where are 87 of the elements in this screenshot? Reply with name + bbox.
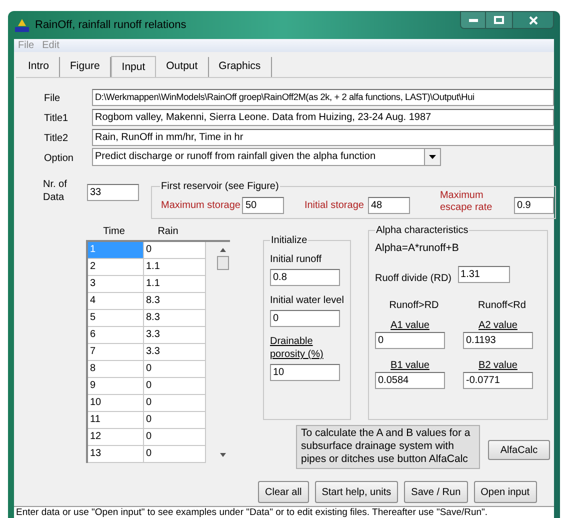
table-cell[interactable]: 11 bbox=[88, 412, 144, 429]
tab[interactable]: Input bbox=[110, 56, 156, 78]
table-cell[interactable]: 0 bbox=[144, 242, 206, 259]
input-field[interactable]: 50 bbox=[242, 196, 284, 214]
table-cell[interactable]: 3.3 bbox=[144, 344, 206, 361]
table-cell[interactable]: 3 bbox=[88, 276, 144, 293]
table-cell[interactable]: 6 bbox=[88, 327, 144, 344]
minimize-icon bbox=[468, 18, 478, 22]
column-heading: Runoff<Rd bbox=[477, 298, 527, 313]
field-label: A2 value bbox=[478, 318, 518, 332]
field-label: Option bbox=[44, 152, 74, 166]
alfacalc-button[interactable]: AlfaCalc bbox=[488, 440, 550, 460]
table-cell[interactable]: 0 bbox=[144, 429, 206, 446]
minimize-button[interactable] bbox=[460, 11, 486, 29]
field-label: Title1 bbox=[44, 112, 70, 126]
table-cell[interactable]: 1.1 bbox=[144, 259, 206, 276]
scroll-thumb[interactable] bbox=[217, 256, 229, 270]
input-field[interactable]: 0.8 bbox=[270, 269, 340, 286]
table-cell[interactable]: 5 bbox=[88, 310, 144, 327]
table-cell[interactable]: 9 bbox=[88, 378, 144, 395]
input-field[interactable]: 48 bbox=[368, 196, 410, 214]
input-field[interactable]: 0 bbox=[270, 310, 340, 327]
field-label: A1 value bbox=[390, 318, 430, 332]
input-field[interactable]: 0.9 bbox=[514, 196, 554, 214]
field-label: B2 value bbox=[478, 358, 518, 372]
info-text: To calculate the A and B values for a subsurface drainage system with pipes or ditches use button AlfaCalc bbox=[296, 425, 480, 469]
tab[interactable]: Intro bbox=[18, 57, 60, 77]
table-cell[interactable]: 8.3 bbox=[144, 293, 206, 310]
field-label: Initial water level bbox=[270, 294, 344, 307]
group-title: Alpha characteristics bbox=[375, 223, 470, 238]
table-cell[interactable]: 0 bbox=[144, 412, 206, 429]
formula-text: Alpha=A*runoff+B bbox=[375, 241, 460, 256]
action-button[interactable]: Open input bbox=[474, 481, 537, 503]
input-field[interactable]: 0 bbox=[375, 332, 445, 349]
input-field[interactable]: -0.0771 bbox=[463, 372, 533, 389]
input-field[interactable]: Rain, RunOff in mm/hr, Time in hr bbox=[92, 128, 554, 146]
field-label: Maximum escape rate bbox=[440, 190, 494, 214]
scroll-up-icon bbox=[220, 248, 226, 252]
field-label: Maximum storage bbox=[161, 198, 240, 212]
table-cell[interactable]: 0 bbox=[144, 378, 206, 395]
field-label: Nr. of Data bbox=[43, 178, 68, 204]
close-icon bbox=[528, 16, 538, 24]
tab[interactable]: Graphics bbox=[208, 57, 272, 77]
field-label: Initial runoff bbox=[270, 253, 323, 266]
tab[interactable]: Output bbox=[156, 57, 209, 77]
table-cell[interactable]: 0 bbox=[144, 446, 206, 463]
option-dropdown[interactable]: Predict discharge or runoff from rainfall given the alpha function bbox=[92, 148, 441, 166]
table-cell[interactable]: 12 bbox=[88, 429, 144, 446]
status-bar: Enter data or use "Open input" to see examples under "Data" or to edit existing files. Thereafter use "Save/Run". bbox=[14, 506, 554, 518]
input-field[interactable]: Rogbom valley, Makenni, Sierra Leone. Data from Huizing, 23-24 Aug. 1987 bbox=[92, 108, 554, 126]
table-cell[interactable]: 8.3 bbox=[144, 310, 206, 327]
maximize-button[interactable] bbox=[486, 11, 512, 29]
action-button[interactable]: Clear all bbox=[258, 481, 309, 503]
app-icon bbox=[14, 17, 30, 33]
table-cell[interactable]: 0 bbox=[144, 361, 206, 378]
table-cell[interactable]: 2 bbox=[88, 259, 144, 276]
field-label: File bbox=[44, 92, 62, 106]
table-cell[interactable]: 0 bbox=[144, 395, 206, 412]
input-field[interactable]: 0.1193 bbox=[463, 332, 533, 349]
field-label: Ruoff divide (RD) bbox=[375, 272, 452, 286]
column-heading: Runoff>RD bbox=[388, 298, 440, 313]
action-button[interactable]: Save / Run bbox=[404, 481, 468, 503]
column-header: Rain bbox=[156, 224, 180, 238]
input-field[interactable]: 33 bbox=[87, 184, 139, 201]
column-header: Time bbox=[102, 224, 126, 238]
table-cell[interactable]: 7 bbox=[88, 344, 144, 361]
input-field[interactable]: 10 bbox=[270, 364, 340, 381]
field-label: B1 value bbox=[390, 358, 430, 372]
input-field[interactable]: 0.0584 bbox=[375, 372, 445, 389]
scroll-down-icon bbox=[220, 453, 226, 457]
field-label: Initial storage bbox=[304, 198, 364, 212]
close-button[interactable] bbox=[512, 11, 554, 29]
table-cell[interactable]: 8 bbox=[88, 361, 144, 378]
table-cell[interactable]: 13 bbox=[88, 446, 144, 463]
window-title: RainOff, rainfall runoff relations bbox=[35, 18, 186, 33]
action-button[interactable]: Start help, units bbox=[314, 481, 398, 503]
dropdown-arrow-icon bbox=[429, 155, 436, 159]
group-title: First reservoir (see Figure) bbox=[160, 179, 280, 194]
maximize-icon bbox=[494, 16, 504, 24]
table-cell[interactable]: 3.3 bbox=[144, 327, 206, 344]
table-cell[interactable]: 1.1 bbox=[144, 276, 206, 293]
table-cell[interactable]: 10 bbox=[88, 395, 144, 412]
field-label: Title2 bbox=[44, 132, 70, 146]
table-cell[interactable]: 4 bbox=[88, 293, 144, 310]
input-field[interactable]: D:\Werkmappen\WinModels\RainOff groep\RainOff2M(as 2k, + 2 alfa functions, LAST)\Output\Hui bbox=[92, 88, 554, 106]
field-label: Drainable porosity (%) bbox=[270, 335, 324, 361]
input-field[interactable]: 1.31 bbox=[458, 266, 510, 283]
